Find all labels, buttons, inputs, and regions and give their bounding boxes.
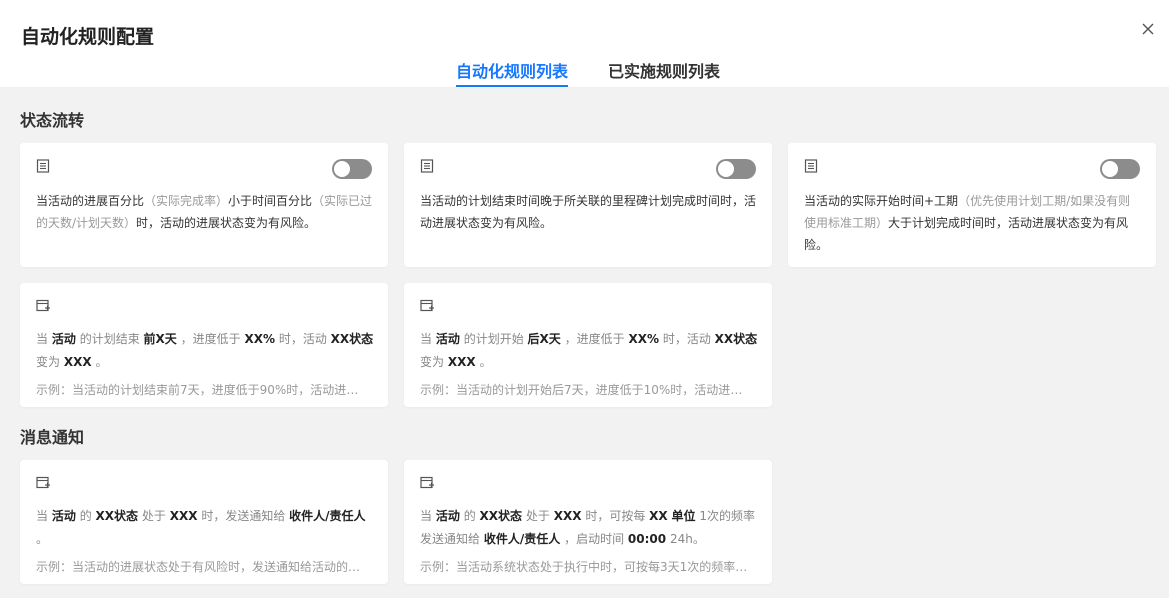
close-icon[interactable]: [1139, 20, 1157, 38]
tpl-word: 时，活动: [662, 332, 711, 346]
tpl-word: 当: [420, 509, 433, 523]
tpl-keyword: 收件人/责任人: [483, 532, 561, 546]
toggle-knob: [718, 161, 734, 177]
add-template-icon: [36, 476, 50, 489]
tpl-word: 。: [36, 532, 49, 546]
dialog-title: 自动化规则配置: [21, 26, 155, 48]
tpl-word: 当: [36, 332, 49, 346]
rule-text: 时，活动的进展状态变为有风险。: [136, 216, 317, 230]
tpl-keyword: XX状态: [330, 332, 374, 346]
tpl-keyword: 活动: [435, 332, 460, 346]
notify-template-card[interactable]: 当 活动 的 XX状态 处于 XXX 时，可按每 XX 单位 1次的频率发送通知…: [404, 460, 772, 584]
tpl-word: 当: [36, 509, 49, 523]
tpl-keyword: XX状态: [479, 509, 523, 523]
rule-text: 当活动的实际开始时间+工期: [804, 194, 959, 208]
tpl-keyword: XXX: [553, 509, 582, 523]
tpl-word: 的计划开始: [463, 332, 524, 346]
tpl-keyword: 前X天: [143, 332, 177, 346]
rule-text: 当活动的进展百分比: [36, 194, 145, 208]
tpl-word: ，进度低于: [180, 332, 241, 346]
rule-description: 当活动的实际开始时间+工期（优先使用计划工期/如果没有则使用标准工期）大于计划完…: [804, 190, 1142, 256]
tab-bar: 自动化规则列表 已实施规则列表: [456, 58, 760, 87]
add-template-icon: [420, 299, 434, 312]
status-rule-card: 当活动的实际开始时间+工期（优先使用计划工期/如果没有则使用标准工期）大于计划完…: [788, 143, 1156, 267]
tpl-keyword: XX%: [628, 332, 659, 346]
section-notifications-title: 消息通知: [20, 428, 85, 447]
tpl-word: 的: [79, 509, 92, 523]
template-text: 当 活动 的计划结束 前X天 ，进度低于 XX% 时，活动 XX状态 变为 XX…: [36, 328, 374, 374]
tpl-word: ，进度低于: [564, 332, 625, 346]
rule-text: 当活动的计划结束时间晚于所关联的里程碑计划完成时间时，活动进展状态变为有风险。: [420, 194, 757, 230]
tpl-word: 。: [95, 355, 108, 369]
tpl-word: 变为: [36, 355, 61, 369]
status-rule-card: 当活动的进展百分比（实际完成率）小于时间百分比（实际已过的天数/计划天数）时，活…: [20, 143, 388, 267]
tpl-keyword: 后X天: [527, 332, 561, 346]
add-template-icon: [420, 476, 434, 489]
tpl-keyword: 活动: [51, 332, 76, 346]
tpl-keyword: XXX: [447, 355, 476, 369]
status-rule-card: 当活动的计划结束时间晚于所关联的里程碑计划完成时间时，活动进展状态变为有风险。: [404, 143, 772, 267]
tpl-keyword: XXX: [63, 355, 92, 369]
template-example: 示例：当活动的计划开始后7天，进度低于10%时，活动进展状态变为有风险。: [420, 383, 754, 397]
rule-description: 当活动的进展百分比（实际完成率）小于时间百分比（实际已过的天数/计划天数）时，活…: [36, 190, 374, 234]
tpl-word: 时，可按每: [585, 509, 646, 523]
rule-toggle[interactable]: [1100, 159, 1140, 179]
tab-automation-rules[interactable]: 自动化规则列表: [456, 58, 569, 87]
rule-toggle[interactable]: [332, 159, 372, 179]
dialog-header: 自动化规则配置 自动化规则列表 已实施规则列表: [0, 0, 1169, 87]
toggle-knob: [334, 161, 350, 177]
template-text: 当 活动 的 XX状态 处于 XXX 时，发送通知给 收件人/责任人 。: [36, 505, 374, 551]
document-icon: [420, 159, 434, 173]
tpl-word: 24h。: [669, 532, 705, 546]
tpl-word: 变为: [420, 355, 445, 369]
template-card[interactable]: 当 活动 的计划开始 后X天 ，进度低于 XX% 时，活动 XX状态 变为 XX…: [404, 283, 772, 407]
document-icon: [36, 159, 50, 173]
tpl-keyword: 活动: [51, 509, 76, 523]
tpl-keyword: XX%: [244, 332, 275, 346]
rule-description: 当活动的计划结束时间晚于所关联的里程碑计划完成时间时，活动进展状态变为有风险。: [420, 190, 758, 234]
tpl-word: ，启动时间: [564, 532, 625, 546]
tpl-keyword: XX: [649, 509, 668, 523]
section-status-flow-title: 状态流转: [20, 111, 85, 130]
rule-toggle[interactable]: [716, 159, 756, 179]
tpl-keyword: 00:00: [627, 532, 667, 546]
tpl-word: 当: [420, 332, 433, 346]
tpl-word: 时，发送通知给: [201, 509, 286, 523]
template-text: 当 活动 的 XX状态 处于 XXX 时，可按每 XX 单位 1次的频率发送通知…: [420, 505, 758, 551]
tpl-keyword: 单位: [671, 509, 696, 523]
template-example: 示例：当活动系统状态处于执行中时，可按每3天1次的频率发送通知给责任人。: [420, 560, 754, 574]
tpl-keyword: 活动: [435, 509, 460, 523]
tpl-word: 的: [463, 509, 476, 523]
tpl-keyword: XXX: [169, 509, 198, 523]
rule-note: （实际完成率）: [144, 194, 229, 208]
tpl-keyword: 收件人/责任人: [289, 509, 366, 523]
add-template-icon: [36, 299, 50, 312]
tpl-word: 的计划结束: [79, 332, 140, 346]
tpl-word: 处于: [525, 509, 550, 523]
tpl-keyword: XX状态: [95, 509, 139, 523]
toggle-knob: [1102, 161, 1118, 177]
tpl-word: 时，活动: [278, 332, 327, 346]
notify-template-card[interactable]: 当 活动 的 XX状态 处于 XXX 时，发送通知给 收件人/责任人 。 示例：…: [20, 460, 388, 584]
template-text: 当 活动 的计划开始 后X天 ，进度低于 XX% 时，活动 XX状态 变为 XX…: [420, 328, 758, 374]
rule-text: 小于时间百分比: [228, 194, 313, 208]
template-card[interactable]: 当 活动 的计划结束 前X天 ，进度低于 XX% 时，活动 XX状态 变为 XX…: [20, 283, 388, 407]
template-example: 示例：当活动的进展状态处于有风险时，发送通知给活动的责任人。: [36, 560, 370, 574]
document-icon: [804, 159, 818, 173]
tab-applied-rules[interactable]: 已实施规则列表: [608, 58, 720, 87]
tpl-word: 。: [479, 355, 492, 369]
template-example: 示例：当活动的计划结束前7天，进度低于90%时，活动进展状态变为有风险。: [36, 383, 370, 397]
tpl-keyword: XX状态: [714, 332, 758, 346]
tpl-word: 处于: [141, 509, 166, 523]
